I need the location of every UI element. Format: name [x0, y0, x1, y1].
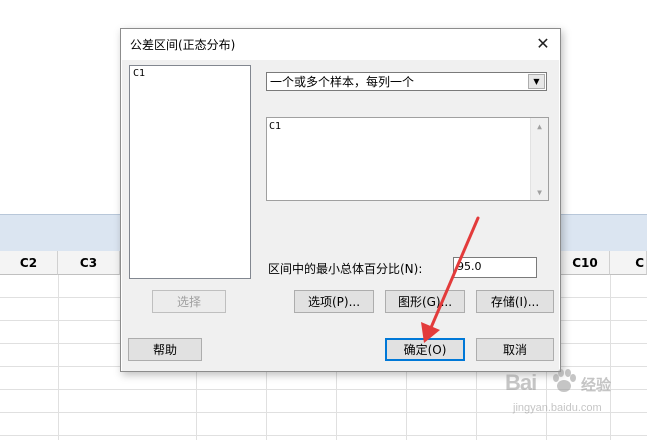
graphs-button[interactable]: 图形(G)...	[385, 290, 465, 313]
column-header-c2[interactable]: C2	[0, 251, 58, 275]
variable-list[interactable]: C1	[129, 65, 251, 279]
baidu-jingyan-watermark: Bai 经验 jingyan.baidu.com	[505, 368, 640, 428]
data-arrangement-value: 一个或多个样本，每列一个	[270, 75, 415, 89]
ok-button[interactable]: 确定(O)	[385, 338, 465, 361]
scroll-up-icon[interactable]: ▲	[531, 118, 548, 134]
column-header-c11-partial[interactable]: C	[610, 251, 647, 275]
data-columns-value: C1	[269, 121, 282, 132]
vertical-scrollbar[interactable]: ▲ ▼	[530, 118, 548, 200]
dialog-title: 公差区间(正态分布)	[130, 38, 236, 52]
options-button[interactable]: 选项(P)...	[294, 290, 374, 313]
dialog-titlebar[interactable]: 公差区间(正态分布) ✕	[121, 29, 560, 59]
storage-button[interactable]: 存储(I)...	[476, 290, 554, 313]
min-percent-label: 区间中的最小总体百分比(N):	[268, 262, 423, 276]
data-columns-textbox[interactable]: C1 ▲ ▼	[266, 117, 549, 201]
chevron-down-icon[interactable]: ▼	[528, 74, 545, 89]
dialog-body: C1 一个或多个样本，每列一个 ▼ C1 ▲ ▼ 区间中的最小总体百分比(N):…	[122, 60, 559, 371]
close-icon[interactable]: ✕	[532, 33, 554, 55]
help-button[interactable]: 帮助	[128, 338, 202, 361]
watermark-logo: Bai	[505, 370, 537, 395]
min-percent-input[interactable]: 95.0	[453, 257, 537, 278]
watermark-text: 经验	[581, 376, 612, 394]
variable-list-item[interactable]: C1	[133, 68, 247, 79]
watermark-url: jingyan.baidu.com	[513, 402, 602, 414]
column-header-c3[interactable]: C3	[58, 251, 120, 275]
grid-line	[58, 275, 59, 440]
cancel-button[interactable]: 取消	[476, 338, 554, 361]
grid-line	[0, 435, 647, 436]
data-arrangement-dropdown[interactable]: 一个或多个样本，每列一个 ▼	[266, 72, 547, 91]
paw-icon	[553, 369, 576, 392]
select-button[interactable]: 选择	[152, 290, 226, 313]
column-header-c10[interactable]: C10	[560, 251, 610, 275]
scroll-down-icon[interactable]: ▼	[531, 184, 548, 200]
tolerance-interval-dialog: 公差区间(正态分布) ✕ C1 一个或多个样本，每列一个 ▼ C1 ▲ ▼ 区间…	[120, 28, 561, 372]
